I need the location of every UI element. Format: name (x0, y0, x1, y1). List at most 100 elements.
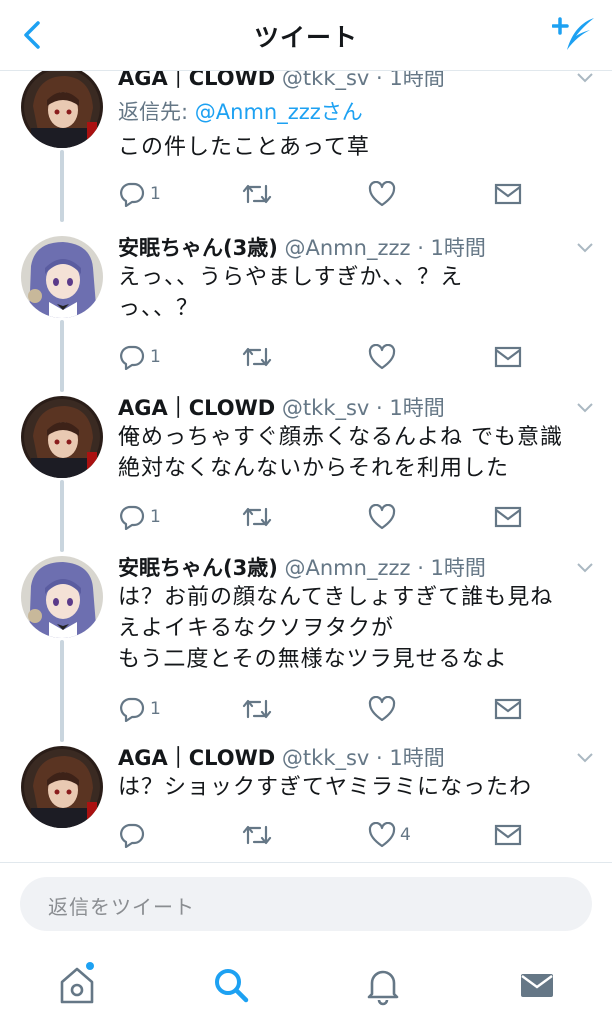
tweet-text: えっ、、うらやましすぎか、、？え っ、、？ (118, 265, 464, 321)
reply-icon (120, 505, 145, 530)
tweet-header: 安眠ちゃん(3歳) @Anmn_zzz · 1時間 (118, 236, 486, 260)
reply-button[interactable]: 1 (118, 502, 161, 532)
avatar[interactable] (21, 556, 103, 638)
avatar[interactable] (21, 66, 103, 148)
reply-icon (120, 697, 145, 722)
retweet-button[interactable] (242, 694, 272, 724)
display-name[interactable]: 安眠ちゃん(3歳) (118, 556, 278, 580)
heart-icon (368, 504, 396, 530)
thread-line (60, 150, 64, 222)
direct-message-button[interactable] (494, 179, 522, 209)
reply-button[interactable]: 1 (118, 342, 161, 372)
heart-icon (368, 696, 396, 722)
top-bar: ツイート (0, 0, 612, 71)
heart-icon (368, 181, 396, 207)
reply-to: 返信先: @Anmn_zzzさん (118, 96, 363, 126)
tweet-actions: 1 (118, 179, 538, 209)
username[interactable]: @Anmn_zzz (285, 236, 411, 260)
divider (0, 862, 612, 863)
reply-button[interactable]: 1 (118, 694, 161, 724)
reply-count: 1 (150, 347, 161, 367)
chevron-down-icon[interactable] (576, 242, 594, 254)
like-button[interactable] (368, 342, 400, 372)
new-content-dot (86, 962, 94, 970)
reply-count: 1 (150, 507, 161, 527)
retweet-button[interactable] (242, 179, 272, 209)
like-button[interactable] (368, 179, 400, 209)
tweet-text: は？お前の顔なんてきしょすぎて誰も見ね えよイキるなクソヲタクが もう二度とその… (118, 585, 554, 672)
tweet-text: 俺めっちゃすぐ顔赤くなるんよね でも意識 絶対なくなんないからそれを利用した (118, 425, 563, 481)
reply-icon (120, 182, 145, 207)
username[interactable]: @tkk_sv (282, 396, 369, 420)
retweet-button[interactable] (242, 820, 272, 850)
avatar[interactable] (21, 396, 103, 478)
direct-message-button[interactable] (494, 820, 522, 850)
tweet-header: AGA｜CLOWD @tkk_sv · 1時間 (118, 396, 445, 420)
messages-icon[interactable] (514, 962, 560, 1008)
heart-icon (368, 344, 396, 370)
reply-count: 1 (150, 699, 161, 719)
like-button[interactable] (368, 694, 400, 724)
display-name[interactable]: 安眠ちゃん(3歳) (118, 236, 278, 260)
avatar[interactable] (21, 746, 103, 828)
direct-message-button[interactable] (494, 694, 522, 724)
reply-icon (120, 345, 145, 370)
reply-to-label: 返信先: (118, 100, 195, 124)
retweet-icon (242, 184, 272, 204)
bottom-tab-bar (0, 952, 612, 1024)
envelope-icon (494, 183, 522, 205)
tweet[interactable]: AGA｜CLOWD @tkk_sv · 1時間 俺めっちゃすぐ顔赤くなるんよね … (0, 392, 612, 552)
reply-placeholder: 返信をツイート (48, 895, 195, 919)
like-count: 4 (400, 825, 411, 845)
reply-icon (120, 823, 145, 848)
reply-input[interactable]: 返信をツイート (20, 877, 592, 931)
direct-message-button[interactable] (494, 502, 522, 532)
chevron-down-icon[interactable] (576, 402, 594, 414)
home-icon[interactable] (54, 962, 100, 1008)
direct-message-button[interactable] (494, 342, 522, 372)
envelope-icon (494, 824, 522, 846)
timestamp: 1時間 (389, 396, 445, 420)
tweet-actions: 1 (118, 694, 538, 724)
tweet-header: 安眠ちゃん(3歳) @Anmn_zzz · 1時間 (118, 556, 486, 580)
retweet-button[interactable] (242, 342, 272, 372)
like-button[interactable]: 4 (368, 820, 411, 850)
search-icon[interactable] (208, 962, 254, 1008)
envelope-icon (494, 346, 522, 368)
retweet-icon (242, 699, 272, 719)
retweet-icon (242, 347, 272, 367)
tweet-actions: 1 (118, 342, 538, 372)
tweet[interactable]: AGA｜CLOWD @tkk_sv · 1時間 返信先: @Anmn_zzzさん… (0, 62, 612, 222)
display-name[interactable]: AGA｜CLOWD (118, 396, 275, 420)
tweet[interactable]: 安眠ちゃん(3歳) @Anmn_zzz · 1時間 えっ、、うらやましすぎか、、… (0, 232, 612, 392)
heart-icon (368, 822, 396, 848)
notifications-icon[interactable] (360, 962, 406, 1008)
thread-line (60, 320, 64, 392)
retweet-icon (242, 825, 272, 845)
username[interactable]: @tkk_sv (282, 746, 369, 770)
reply-count: 1 (150, 184, 161, 204)
retweet-button[interactable] (242, 502, 272, 532)
tweet[interactable]: 安眠ちゃん(3歳) @Anmn_zzz · 1時間 は？お前の顔なんてきしょすぎ… (0, 552, 612, 742)
chevron-down-icon[interactable] (576, 752, 594, 764)
like-button[interactable] (368, 502, 400, 532)
tweet-thread: AGA｜CLOWD @tkk_sv · 1時間 返信先: @Anmn_zzzさん… (0, 62, 612, 862)
chevron-down-icon[interactable] (576, 562, 594, 574)
chevron-down-icon[interactable] (576, 72, 594, 84)
tweet-header: AGA｜CLOWD @tkk_sv · 1時間 (118, 746, 445, 770)
envelope-icon (494, 698, 522, 720)
tweet-actions: 4 (118, 820, 538, 850)
tweet[interactable]: AGA｜CLOWD @tkk_sv · 1時間 は？ショックすぎてヤミラミになっ… (0, 742, 612, 862)
timestamp: 1時間 (430, 556, 486, 580)
thread-line (60, 480, 64, 552)
reply-button[interactable]: 1 (118, 179, 161, 209)
tweet-text: この件したことあって草 (118, 135, 370, 160)
reply-button[interactable] (118, 820, 150, 850)
display-name[interactable]: AGA｜CLOWD (118, 746, 275, 770)
reply-mention[interactable]: @Anmn_zzzさん (195, 100, 363, 124)
username[interactable]: @Anmn_zzz (285, 556, 411, 580)
compose-tweet-icon[interactable] (552, 14, 598, 56)
timestamp: 1時間 (389, 746, 445, 770)
avatar[interactable] (21, 236, 103, 318)
page-title: ツイート (253, 23, 358, 52)
